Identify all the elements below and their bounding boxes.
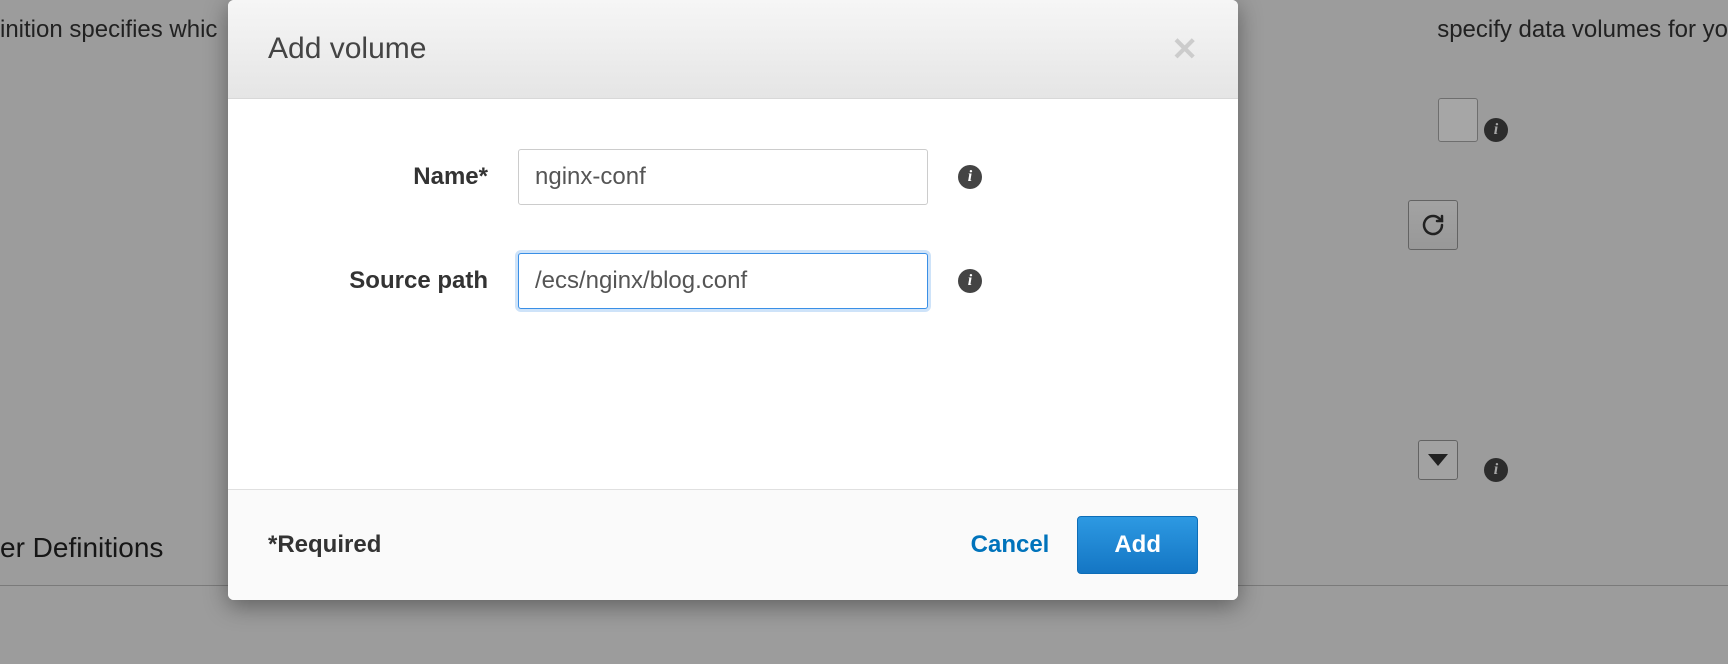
form-row-name: Name* i [268,149,1198,205]
info-icon: i [1484,458,1508,482]
chevron-down-icon [1428,454,1448,466]
info-icon[interactable]: i [958,165,982,189]
bg-dropdown[interactable] [1418,440,1458,480]
info-icon: i [1484,118,1508,142]
name-input[interactable] [518,149,928,205]
bg-section-heading: er Definitions [0,532,163,564]
refresh-icon [1421,213,1445,237]
modal-body: Name* i Source path i [228,99,1238,489]
add-volume-modal: Add volume ✕ Name* i Source path i *Requ… [228,0,1238,600]
modal-header: Add volume ✕ [228,0,1238,99]
modal-footer: *Required Cancel Add [228,489,1238,600]
bg-text-fragment: inition specifies whic [0,16,217,44]
source-path-label: Source path [268,267,518,295]
source-path-input[interactable] [518,253,928,309]
add-button[interactable]: Add [1077,516,1198,574]
footer-actions: Cancel Add [971,516,1198,574]
cancel-button[interactable]: Cancel [971,531,1050,559]
required-note: *Required [268,531,381,559]
refresh-button[interactable] [1408,200,1458,250]
form-row-source-path: Source path i [268,253,1198,309]
bg-input-fragment [1438,98,1478,142]
name-label: Name* [268,163,518,191]
info-icon[interactable]: i [958,269,982,293]
close-icon[interactable]: ✕ [1171,33,1198,65]
bg-text-fragment: specify data volumes for yo [1437,16,1728,44]
modal-title: Add volume [268,32,426,66]
